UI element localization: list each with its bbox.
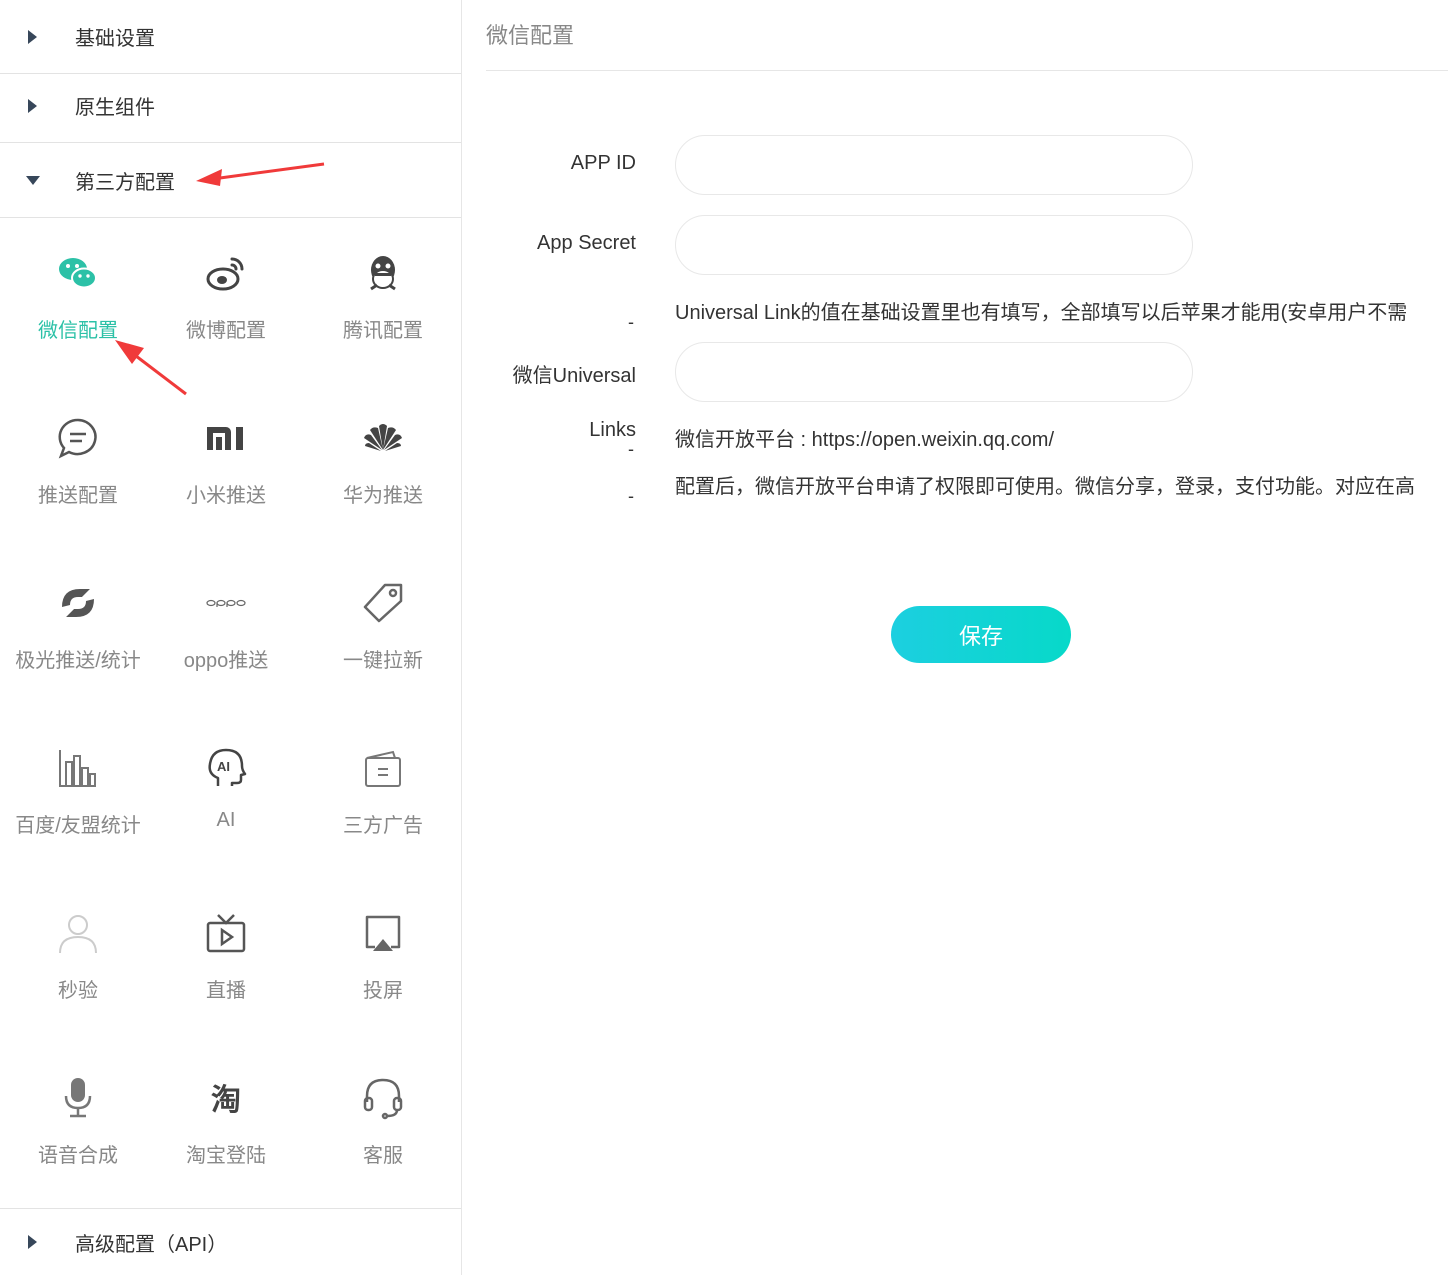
tile-label: 小米推送 bbox=[186, 485, 266, 507]
tile-label: 推送配置 bbox=[38, 485, 118, 507]
wechat-icon bbox=[56, 251, 100, 295]
open-platform-link: 微信开放平台 : https://open.weixin.qq.com/ bbox=[675, 429, 1055, 451]
tile-label: oppo推送 bbox=[183, 650, 269, 672]
tile-label: 秒验 bbox=[58, 980, 98, 1002]
tile-push-config[interactable]: 推送配置 bbox=[0, 384, 156, 549]
tile-label: 一键拉新 bbox=[343, 650, 423, 672]
tile-label: 百度/友盟统计 bbox=[15, 815, 141, 837]
huawei-icon bbox=[361, 416, 405, 460]
tile-tencent-config[interactable]: 腾讯配置 bbox=[305, 219, 461, 384]
oppo-icon bbox=[204, 581, 248, 625]
tile-miaoyan[interactable]: 秒验 bbox=[0, 879, 156, 1044]
user-icon bbox=[56, 911, 100, 955]
tile-one-click-new[interactable]: 一键拉新 bbox=[305, 549, 461, 714]
tile-label: 客服 bbox=[363, 1145, 403, 1167]
dash-marker: - bbox=[628, 312, 634, 332]
section-label: 高级配置（API） bbox=[75, 1233, 228, 1256]
tile-label: 腾讯配置 bbox=[343, 320, 423, 342]
app-id-label: APP ID bbox=[570, 152, 636, 174]
universal-link-note: Universal Link的值在基础设置里也有填写，全部填写以后苹果才能用(安… bbox=[675, 302, 1408, 324]
tile-live[interactable]: 直播 bbox=[148, 879, 304, 1044]
tile-baidu-umeng-stats[interactable]: 百度/友盟统计 bbox=[0, 714, 156, 879]
taobao-icon: 淘 bbox=[204, 1076, 248, 1120]
section-native-components[interactable]: 原生组件 bbox=[0, 69, 461, 143]
tile-label: 极光推送/统计 bbox=[15, 650, 141, 672]
app-id-input[interactable] bbox=[675, 135, 1193, 195]
dash-marker: - bbox=[628, 486, 634, 506]
section-label: 第三方配置 bbox=[75, 172, 175, 194]
save-button[interactable]: 保存 bbox=[891, 606, 1071, 663]
ai-head-icon: AI bbox=[204, 746, 248, 790]
third-party-grid: 微信配置 微博配置 腾讯配置 推送配置 小米推送 华为推送 极光推送/统计 op… bbox=[0, 219, 461, 1207]
tile-label: 淘宝登陆 bbox=[186, 1145, 266, 1167]
dash-marker: - bbox=[628, 439, 634, 459]
tile-weibo-config[interactable]: 微博配置 bbox=[148, 219, 304, 384]
title-divider bbox=[486, 70, 1448, 71]
section-third-party-config[interactable]: 第三方配置 bbox=[0, 144, 461, 218]
tag-icon bbox=[361, 581, 405, 625]
tile-label: 微信配置 bbox=[38, 320, 118, 342]
caret-down-icon bbox=[26, 176, 40, 185]
universal-links-input[interactable] bbox=[675, 342, 1193, 402]
svg-text:淘: 淘 bbox=[211, 1083, 241, 1118]
ad-card-icon bbox=[361, 746, 405, 790]
tile-huawei-push[interactable]: 华为推送 bbox=[305, 384, 461, 549]
tv-play-icon bbox=[204, 911, 248, 955]
main-panel: 微信配置 APP ID App Secret Universal Link的值在… bbox=[486, 0, 1448, 1275]
svg-text:AI: AI bbox=[217, 759, 230, 774]
qq-icon bbox=[361, 251, 405, 295]
app-secret-input[interactable] bbox=[675, 215, 1193, 275]
tile-speech-synthesis[interactable]: 语音合成 bbox=[0, 1044, 156, 1209]
microphone-icon bbox=[56, 1076, 100, 1120]
screen-cast-icon bbox=[361, 911, 405, 955]
tile-third-party-ads[interactable]: 三方广告 bbox=[305, 714, 461, 879]
tile-label: 华为推送 bbox=[343, 485, 423, 507]
weibo-icon bbox=[204, 251, 248, 295]
tile-customer-service[interactable]: 客服 bbox=[305, 1044, 461, 1209]
tile-oppo-push[interactable]: oppo推送 bbox=[148, 549, 304, 714]
xiaomi-icon bbox=[204, 416, 248, 460]
tile-label: 微博配置 bbox=[186, 320, 266, 342]
section-label: 基础设置 bbox=[75, 28, 155, 50]
tile-xiaomi-push[interactable]: 小米推送 bbox=[148, 384, 304, 549]
caret-right-icon bbox=[28, 1235, 37, 1249]
caret-right-icon bbox=[28, 98, 37, 113]
message-icon bbox=[56, 416, 100, 460]
page-title: 微信配置 bbox=[486, 23, 575, 48]
section-advanced-config-api[interactable]: 高级配置（API） bbox=[0, 1208, 461, 1275]
headset-icon bbox=[361, 1076, 405, 1120]
config-note: 配置后，微信开放平台申请了权限即可使用。微信分享，登录，支付功能。对应在高 bbox=[675, 476, 1415, 498]
tile-wechat-config[interactable]: 微信配置 bbox=[0, 219, 156, 384]
bar-chart-icon bbox=[56, 746, 100, 790]
tile-ai[interactable]: AI AI bbox=[148, 714, 304, 879]
sidebar: 基础设置 原生组件 第三方配置 微信配置 微博配置 腾讯配置 推送配置 小米推送… bbox=[0, 0, 462, 1275]
universal-links-label: 微信Universal bbox=[512, 365, 636, 387]
tile-label: 语音合成 bbox=[38, 1145, 118, 1167]
tile-label: 三方广告 bbox=[343, 815, 423, 837]
caret-right-icon bbox=[28, 29, 37, 44]
tile-jiguang-push[interactable]: 极光推送/统计 bbox=[0, 549, 156, 714]
tile-label: 投屏 bbox=[363, 980, 403, 1002]
tile-label: AI bbox=[216, 809, 236, 831]
tile-taobao-login[interactable]: 淘 淘宝登陆 bbox=[148, 1044, 304, 1209]
tile-label: 直播 bbox=[206, 980, 246, 1002]
section-basic-settings[interactable]: 基础设置 bbox=[0, 0, 461, 74]
tile-screen-cast[interactable]: 投屏 bbox=[305, 879, 461, 1044]
section-label: 原生组件 bbox=[75, 97, 155, 119]
app-secret-label: App Secret bbox=[537, 232, 636, 254]
jiguang-icon bbox=[56, 581, 100, 625]
